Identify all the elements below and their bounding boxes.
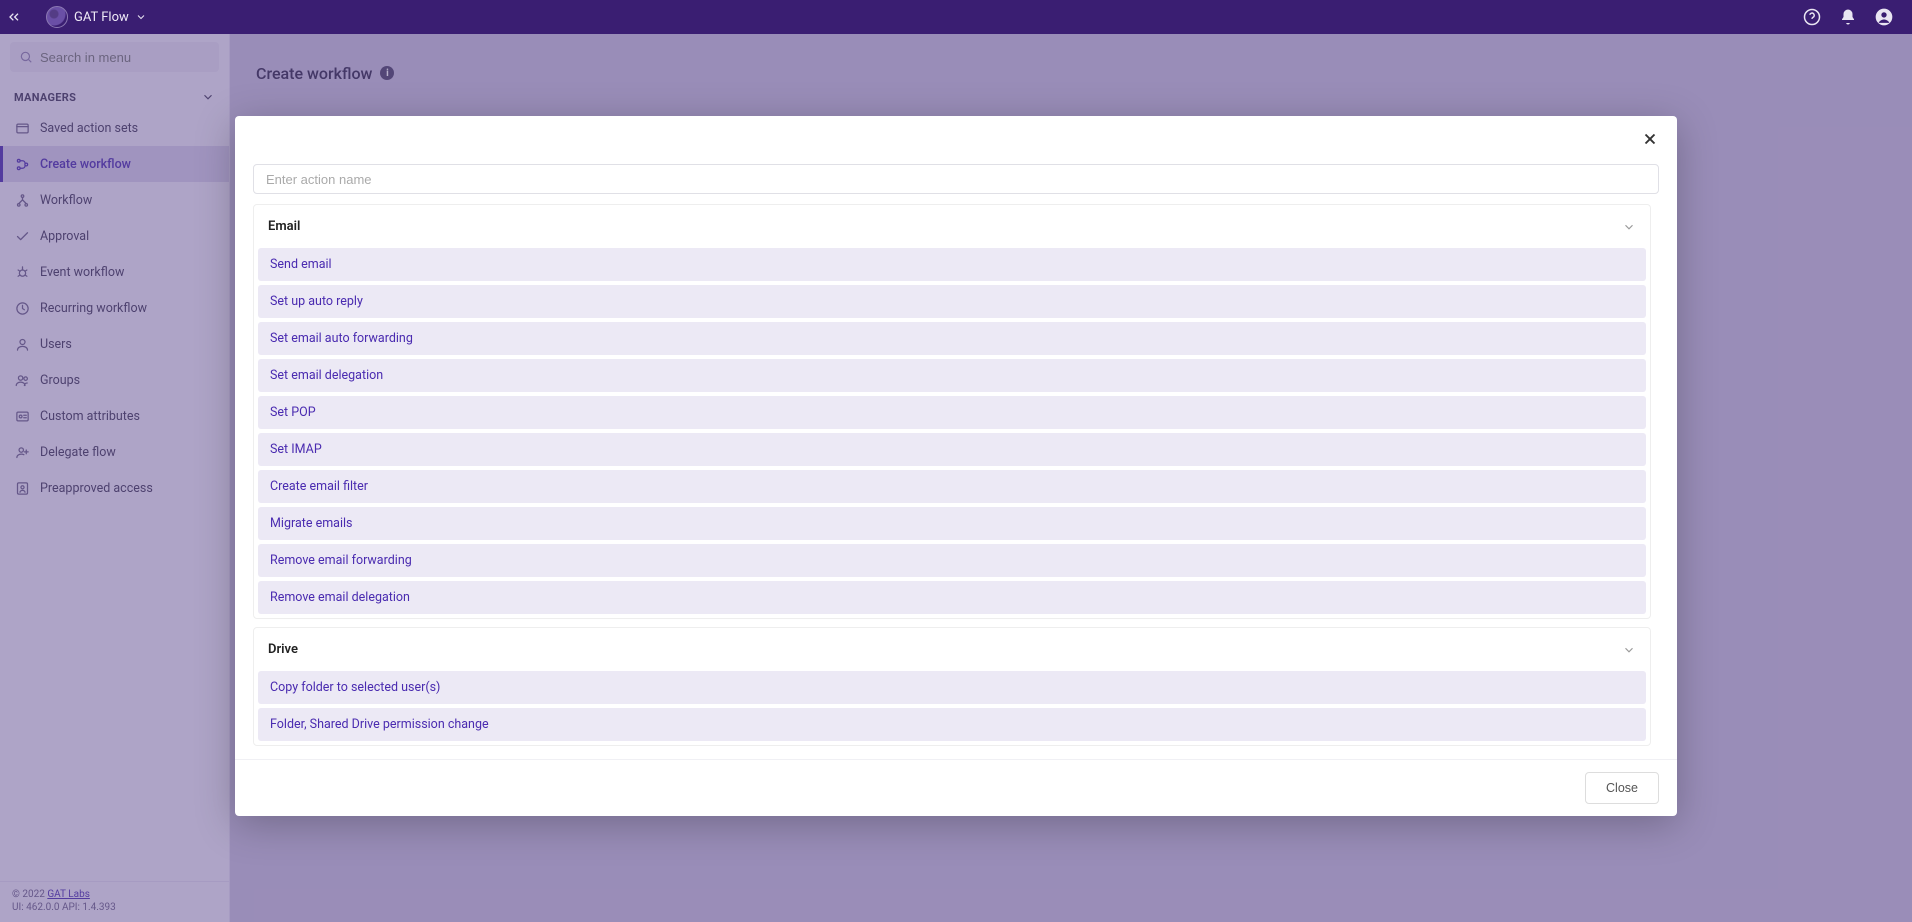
group-title: Drive [268, 642, 298, 657]
topbar: GAT Flow [0, 0, 1912, 34]
action-item[interactable]: Remove email delegation [258, 581, 1646, 614]
action-picker-modal: Email Send email Set up auto reply Set emai… [235, 116, 1677, 816]
modal-footer: Close [235, 759, 1677, 816]
action-item[interactable]: Send email [258, 248, 1646, 281]
action-group-items: Copy folder to selected user(s) Folder, S… [254, 671, 1650, 745]
chevron-down-icon [135, 11, 147, 23]
action-item[interactable]: Set IMAP [258, 433, 1646, 466]
action-item[interactable]: Set up auto reply [258, 285, 1646, 318]
notifications-button[interactable] [1830, 0, 1866, 34]
bell-icon [1839, 8, 1857, 26]
brand-logo-icon [46, 6, 68, 28]
help-circle-icon [1803, 8, 1821, 26]
account-button[interactable] [1866, 0, 1902, 34]
action-group-email: Email Send email Set up auto reply Set emai… [253, 204, 1651, 619]
action-group-header[interactable]: Drive [254, 628, 1650, 671]
modal-close-button[interactable] [1641, 130, 1659, 148]
action-item[interactable]: Migrate emails [258, 507, 1646, 540]
action-item[interactable]: Copy folder to selected user(s) [258, 671, 1646, 704]
action-group-items: Send email Set up auto reply Set email aut… [254, 248, 1650, 618]
account-circle-icon [1874, 7, 1894, 27]
chevron-down-icon [1622, 220, 1636, 234]
action-group-drive: Drive Copy folder to selected user(s) Fold… [253, 627, 1651, 746]
action-group-header[interactable]: Email [254, 205, 1650, 248]
group-title: Email [268, 219, 300, 234]
action-item[interactable]: Set email delegation [258, 359, 1646, 392]
brand-name: GAT Flow [74, 10, 129, 25]
action-item[interactable]: Remove email forwarding [258, 544, 1646, 577]
close-icon [1641, 130, 1659, 148]
chevron-down-icon [1622, 643, 1636, 657]
action-item[interactable]: Set email auto forwarding [258, 322, 1646, 355]
modal-overlay[interactable]: Email Send email Set up auto reply Set emai… [0, 34, 1912, 922]
modal-close-footer-button[interactable]: Close [1585, 772, 1659, 804]
action-item[interactable]: Folder, Shared Drive permission change [258, 708, 1646, 741]
action-item[interactable]: Set POP [258, 396, 1646, 429]
chevrons-left-icon [6, 9, 22, 25]
sidebar-collapse-button[interactable] [0, 0, 28, 34]
action-search-input[interactable] [253, 164, 1659, 194]
action-item[interactable]: Create email filter [258, 470, 1646, 503]
brand-dropdown[interactable]: GAT Flow [28, 6, 147, 28]
help-button[interactable] [1794, 0, 1830, 34]
action-groups-scroll[interactable]: Email Send email Set up auto reply Set emai… [253, 204, 1659, 751]
